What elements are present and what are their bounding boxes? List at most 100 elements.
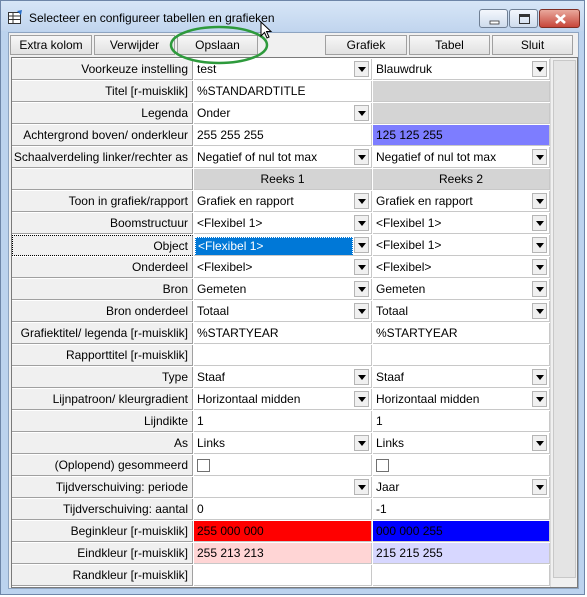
checkbox[interactable] [376,459,389,472]
close-window-button[interactable] [539,9,580,28]
series-1-onderdeel-cell[interactable]: <Flexibel> [194,257,372,278]
series-1-bron-onderdeel-cell[interactable]: Totaal [194,301,372,322]
dropdown-arrow-icon[interactable] [532,435,547,451]
series-1-as-cell[interactable]: Links [194,433,372,454]
grid-row-legenda: Legenda Onder [12,103,550,125]
maximize-button[interactable] [509,9,538,28]
dropdown-arrow-icon[interactable] [532,237,547,253]
series-1-eindkleur-cell[interactable]: 255 213 213 [194,543,372,564]
series-1-rapporttitel-cell[interactable] [194,345,372,366]
grafiek-button[interactable]: Grafiek [325,35,407,55]
dropdown-arrow-icon[interactable] [354,369,369,385]
series-1-bron-cell[interactable]: Gemeten [194,279,372,300]
series-1-lijndikte-cell[interactable]: 1 [194,411,372,432]
series-2-bron-onderdeel-cell[interactable]: Totaal [373,301,550,322]
series-1-legenda-cell[interactable]: Onder [194,103,372,124]
series-2-type-cell[interactable]: Staaf [373,367,550,388]
series-1-lijnpatroon-cell[interactable]: Horizontaal midden [194,389,372,410]
grid-row-reeks: Reeks 1 Reeks 2 [12,169,550,191]
series-1-tijd-periode-cell[interactable] [194,477,372,498]
series-1-boom-cell[interactable]: <Flexibel 1> [194,213,372,234]
dropdown-arrow-icon[interactable] [532,193,547,209]
series-2-object-cell[interactable]: <Flexibel 1> [373,235,550,256]
series-2-lijndikte-cell[interactable]: 1 [373,411,550,432]
series-1-grafiektitel-cell[interactable]: %STARTYEAR [194,323,372,344]
cell-value: Gemeten [197,282,247,296]
cell-value: Onder [197,106,231,120]
cell-value: 215 215 255 [376,546,443,560]
series-2-beginkleur-cell[interactable]: 000 000 255 [373,521,550,542]
series-2-grafiektitel-cell[interactable]: %STARTYEAR [373,323,550,344]
tabel-button[interactable]: Tabel [409,35,490,55]
dropdown-arrow-icon[interactable] [532,61,547,77]
series-1-voorkeuze-cell[interactable]: test [194,59,372,80]
series-2-tijd-aantal-cell[interactable]: -1 [373,499,550,520]
series-2-as-cell[interactable]: Links [373,433,550,454]
dropdown-arrow-icon[interactable] [354,281,369,297]
series-2-eindkleur-cell[interactable]: 215 215 255 [373,543,550,564]
cell-value: <Flexibel 1> [197,216,263,230]
series-1-schaal-cell[interactable]: Negatief of nul tot max [194,147,372,168]
series-2-schaal-cell[interactable]: Negatief of nul tot max [373,147,550,168]
series-1-tijd-aantal-cell[interactable]: 0 [194,499,372,520]
series-2-boom-cell[interactable]: <Flexibel 1> [373,213,550,234]
cell-value: <Flexibel 1> [195,237,353,255]
series-2-voorkeuze-cell[interactable]: Blauwdruk [373,59,550,80]
grid-row-lijnpatroon: Lijnpatroon/ kleurgradient Horizontaal mi… [12,389,550,411]
cell-value: 255 000 000 [197,524,264,538]
series-2-lijnpatroon-cell[interactable]: Horizontaal midden [373,389,550,410]
checkbox[interactable] [197,459,210,472]
grid-row-rapporttitel: Rapporttitel [r-muisklik] [12,345,550,367]
series-1-achtergrond-cell[interactable]: 255 255 255 [194,125,372,146]
row-label: Beginkleur [r-muisklik] [12,521,193,542]
series-1-toon-cell[interactable]: Grafiek en rapport [194,191,372,212]
series-1-randkleur-cell[interactable] [194,565,372,586]
series-2-rapporttitel-cell[interactable] [373,345,550,366]
cell-value: Totaal [197,304,230,318]
dropdown-arrow-icon[interactable] [354,391,369,407]
cell-value: 125 125 255 [376,128,443,142]
dropdown-arrow-icon[interactable] [354,149,369,165]
series-1-titel-cell[interactable]: %STANDARDTITLE [194,81,372,102]
dropdown-arrow-icon[interactable] [532,259,547,275]
dropdown-arrow-icon[interactable] [354,105,369,121]
series-2-toon-cell[interactable]: Grafiek en rapport [373,191,550,212]
dropdown-arrow-icon[interactable] [532,303,547,319]
series-2-titel-cell [373,81,550,102]
grid-row-type: Type Staaf Staaf [12,367,550,389]
scrollbar-thumb[interactable] [553,60,576,578]
dropdown-arrow-icon[interactable] [354,215,369,231]
minimize-button[interactable] [479,9,508,28]
dropdown-arrow-icon[interactable] [354,193,369,209]
dropdown-arrow-icon[interactable] [532,149,547,165]
series-2-randkleur-cell[interactable] [373,565,550,586]
dropdown-arrow-icon[interactable] [354,237,369,253]
dropdown-arrow-icon[interactable] [532,281,547,297]
verwijder-button[interactable]: Verwijder [94,35,175,55]
dropdown-arrow-icon[interactable] [354,303,369,319]
series-2-tijd-periode-cell[interactable]: Jaar [373,477,550,498]
series-1-beginkleur-cell[interactable]: 255 000 000 [194,521,372,542]
dropdown-arrow-icon[interactable] [354,479,369,495]
opslaan-button[interactable]: Opslaan [177,35,258,55]
dropdown-arrow-icon[interactable] [354,61,369,77]
series-2-bron-cell[interactable]: Gemeten [373,279,550,300]
series-2-onderdeel-cell[interactable]: <Flexibel> [373,257,550,278]
dropdown-arrow-icon[interactable] [532,479,547,495]
sluit-button[interactable]: Sluit [492,35,573,55]
vertical-scrollbar[interactable] [550,58,577,587]
series-2-achtergrond-cell[interactable]: 125 125 255 [373,125,550,146]
cell-value: Jaar [376,480,400,494]
series-1-type-cell[interactable]: Staaf [194,367,372,388]
series-1-object-cell[interactable]: <Flexibel 1> [194,235,372,256]
title-bar[interactable]: Selecteer en configureer tabellen en gra… [1,1,584,31]
dropdown-arrow-icon[interactable] [532,369,547,385]
dropdown-arrow-icon[interactable] [354,259,369,275]
cell-value: <Flexibel> [376,260,432,274]
grid-row-oplopend: (Oplopend) gesommeerd [12,455,550,477]
dropdown-arrow-icon[interactable] [532,391,547,407]
dropdown-arrow-icon[interactable] [354,435,369,451]
grid-row-voorkeuze: Voorkeuze instelling test Blauwdruk [12,59,550,81]
dropdown-arrow-icon[interactable] [532,215,547,231]
extra-kolom-button[interactable]: Extra kolom [10,35,92,55]
